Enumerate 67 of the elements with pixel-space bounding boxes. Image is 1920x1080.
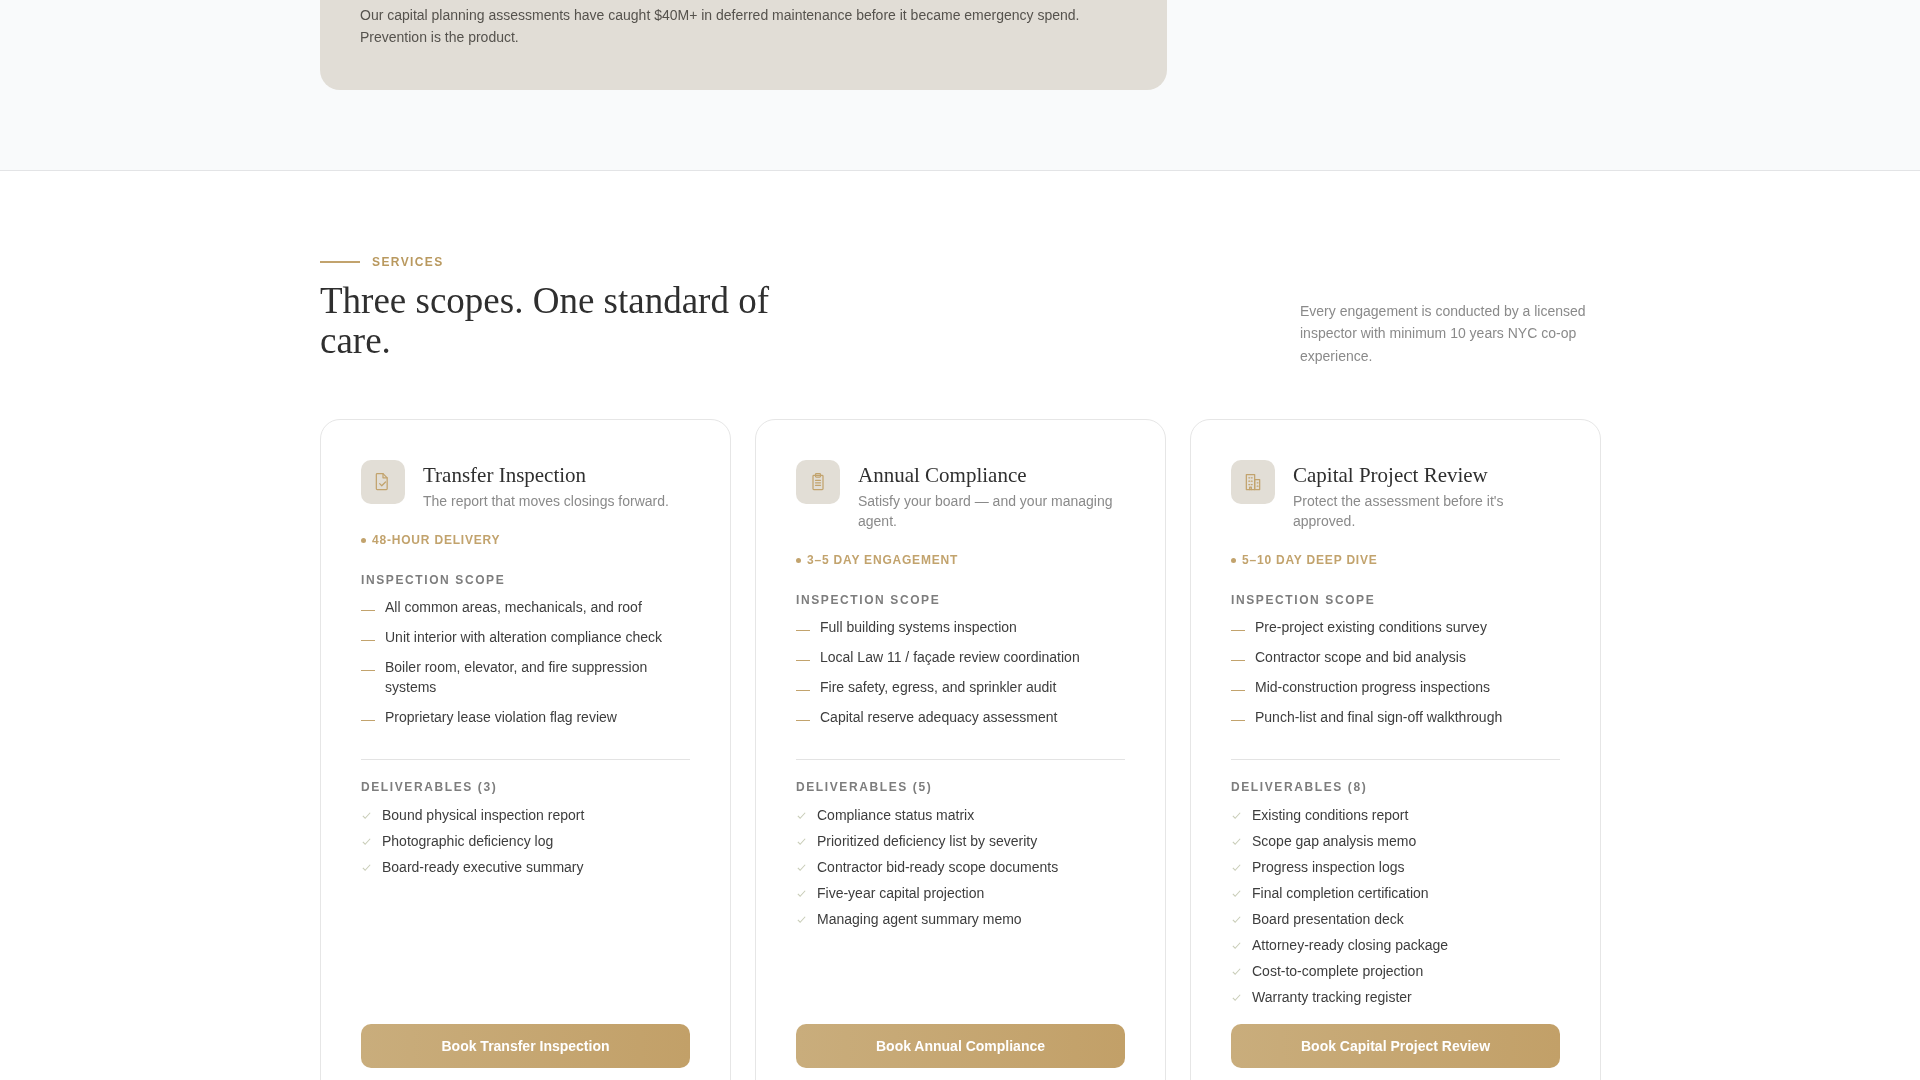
dash-icon	[1231, 690, 1245, 691]
list-heading: DELIVERABLES (3)	[361, 780, 499, 794]
dash-icon	[1231, 720, 1245, 721]
scope-item: Local Law 11 / façade review coordination	[820, 648, 1080, 667]
dash-icon	[796, 720, 810, 721]
dash-icon	[796, 690, 810, 691]
delivery-label: 3–5 DAY ENGAGEMENT	[807, 553, 959, 567]
deliverable-item: Five-year capital projection	[817, 884, 985, 903]
list-heading: DELIVERABLES (5)	[796, 780, 934, 794]
dash-icon	[361, 720, 375, 721]
scope-item: All common areas, mechanicals, and roof	[385, 598, 642, 617]
scope-item: Boiler room, elevator, and fire suppression systems	[385, 658, 649, 697]
scope-item: Contractor scope and bid analysis	[1255, 648, 1466, 667]
list-heading: INSPECTION SCOPE	[796, 593, 942, 607]
dash-icon	[361, 670, 375, 671]
delivery-label: 48-HOUR DELIVERY	[372, 533, 501, 547]
card-title: Capital Project Review	[1293, 463, 1489, 487]
list-heading: INSPECTION SCOPE	[1231, 593, 1377, 607]
deliverable-item: Photographic deficiency log	[382, 832, 554, 851]
card-title: Annual Compliance	[858, 463, 1028, 487]
dash-icon	[361, 640, 375, 641]
card-subtitle: The report that moves closings forward.	[423, 492, 670, 511]
section-heading: Three scopes. One standard of care.	[320, 281, 770, 361]
delivery-label: 5–10 DAY DEEP DIVE	[1242, 553, 1378, 567]
dash-icon	[796, 660, 810, 661]
scope-item: Fire safety, egress, and sprinkler audit	[820, 678, 1057, 697]
book-button[interactable]: Book Transfer Inspection	[361, 1024, 690, 1068]
intro-text: Our capital planning assessments have caught $40M+ in deferred maintenance before it became emergency spend. Prevention is the product.	[360, 6, 1081, 47]
deliverable-item: Cost-to-complete projection	[1252, 962, 1424, 981]
list-heading: DELIVERABLES (8)	[1231, 780, 1369, 794]
deliverable-item: Contractor bid-ready scope documents	[817, 858, 1059, 877]
deliverable-item: Existing conditions report	[1252, 806, 1409, 825]
scope-item: Punch-list and final sign-off walkthrough	[1255, 708, 1503, 727]
scope-item: Unit interior with alteration compliance check	[385, 628, 662, 647]
deliverable-item: Prioritized deficiency list by severity	[817, 832, 1038, 851]
deliverable-item: Compliance status matrix	[817, 806, 975, 825]
card-title: Transfer Inspection	[423, 463, 588, 487]
eyebrow-rule	[320, 261, 360, 263]
deliverable-item: Attorney-ready closing package	[1252, 936, 1449, 955]
building-icon	[1243, 472, 1263, 492]
scope-item: Mid-construction progress inspections	[1255, 678, 1490, 697]
section-note: Every engagement is conducted by a licensed inspector with minimum 10 years NYC co-op experience.	[1300, 301, 1587, 366]
book-button[interactable]: Book Annual Compliance	[796, 1024, 1125, 1068]
bullet-dot-icon	[1231, 557, 1236, 563]
deliverable-item: Warranty tracking register	[1252, 988, 1412, 1007]
list-heading: INSPECTION SCOPE	[361, 573, 507, 587]
scope-item: Proprietary lease violation flag review	[385, 708, 617, 727]
scope-item: Pre-project existing conditions survey	[1255, 618, 1487, 637]
dash-icon	[1231, 660, 1245, 661]
deliverable-item: Scope gap analysis memo	[1252, 832, 1417, 851]
deliverable-item: Board presentation deck	[1252, 910, 1404, 929]
scope-item: Full building systems inspection	[820, 618, 1017, 637]
deliverable-item: Bound physical inspection report	[382, 806, 585, 825]
deliverable-item: Progress inspection logs	[1252, 858, 1405, 877]
section-eyebrow: SERVICES	[372, 255, 444, 269]
book-button[interactable]: Book Capital Project Review	[1231, 1024, 1560, 1068]
dash-icon	[1231, 630, 1245, 631]
bullet-dot-icon	[796, 557, 801, 563]
dash-icon	[361, 610, 375, 611]
bullet-dot-icon	[361, 537, 366, 543]
deliverable-item: Board-ready executive summary	[382, 858, 584, 877]
scope-item: Capital reserve adequacy assessment	[820, 708, 1058, 727]
card-subtitle: Satisfy your board — and your managing agent.	[858, 492, 1114, 531]
deliverable-item: Managing agent summary memo	[817, 910, 1022, 929]
card-subtitle: Protect the assessment before it's approved.	[1293, 492, 1505, 531]
dash-icon	[796, 630, 810, 631]
deliverable-item: Final completion certification	[1252, 884, 1429, 903]
